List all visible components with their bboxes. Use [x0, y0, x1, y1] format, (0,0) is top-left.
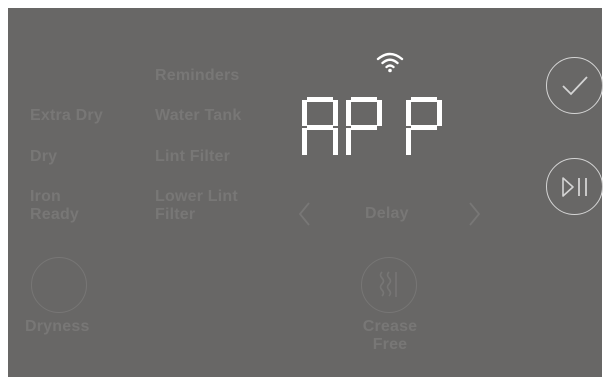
control-panel: Reminders Extra Dry Water Tank Dry Lint …: [8, 8, 603, 377]
lint-filter-indicator: Lint Filter: [155, 148, 231, 165]
crease-free-button[interactable]: [361, 257, 417, 313]
chevron-left-icon[interactable]: [297, 201, 313, 227]
iron-ready-indicator: Iron Ready: [30, 188, 80, 223]
start-pause-button[interactable]: [546, 158, 603, 215]
confirm-button[interactable]: [546, 57, 603, 114]
segment-display: APP: [302, 97, 442, 157]
check-icon: [562, 76, 588, 96]
lower-lint-filter-indicator: Lower Lint Filter: [155, 188, 238, 223]
chevron-right-icon[interactable]: [466, 201, 482, 227]
water-tank-indicator: Water Tank: [155, 107, 242, 124]
extra-dry-indicator: Extra Dry: [30, 107, 103, 124]
dry-indicator: Dry: [30, 148, 58, 165]
dryness-label: Dryness: [25, 318, 90, 335]
display-digit-a: [302, 97, 338, 157]
play-pause-icon: [562, 177, 587, 197]
display-digit-p1: [346, 97, 382, 157]
dryness-button[interactable]: [31, 257, 87, 313]
display-digit-p2: [406, 97, 442, 157]
crease-free-label: Crease Free: [362, 318, 418, 353]
delay-label: Delay: [365, 205, 409, 222]
wifi-icon: [376, 52, 404, 73]
wavy-lines-icon: [379, 271, 397, 297]
reminders-indicator: Reminders: [155, 67, 240, 84]
